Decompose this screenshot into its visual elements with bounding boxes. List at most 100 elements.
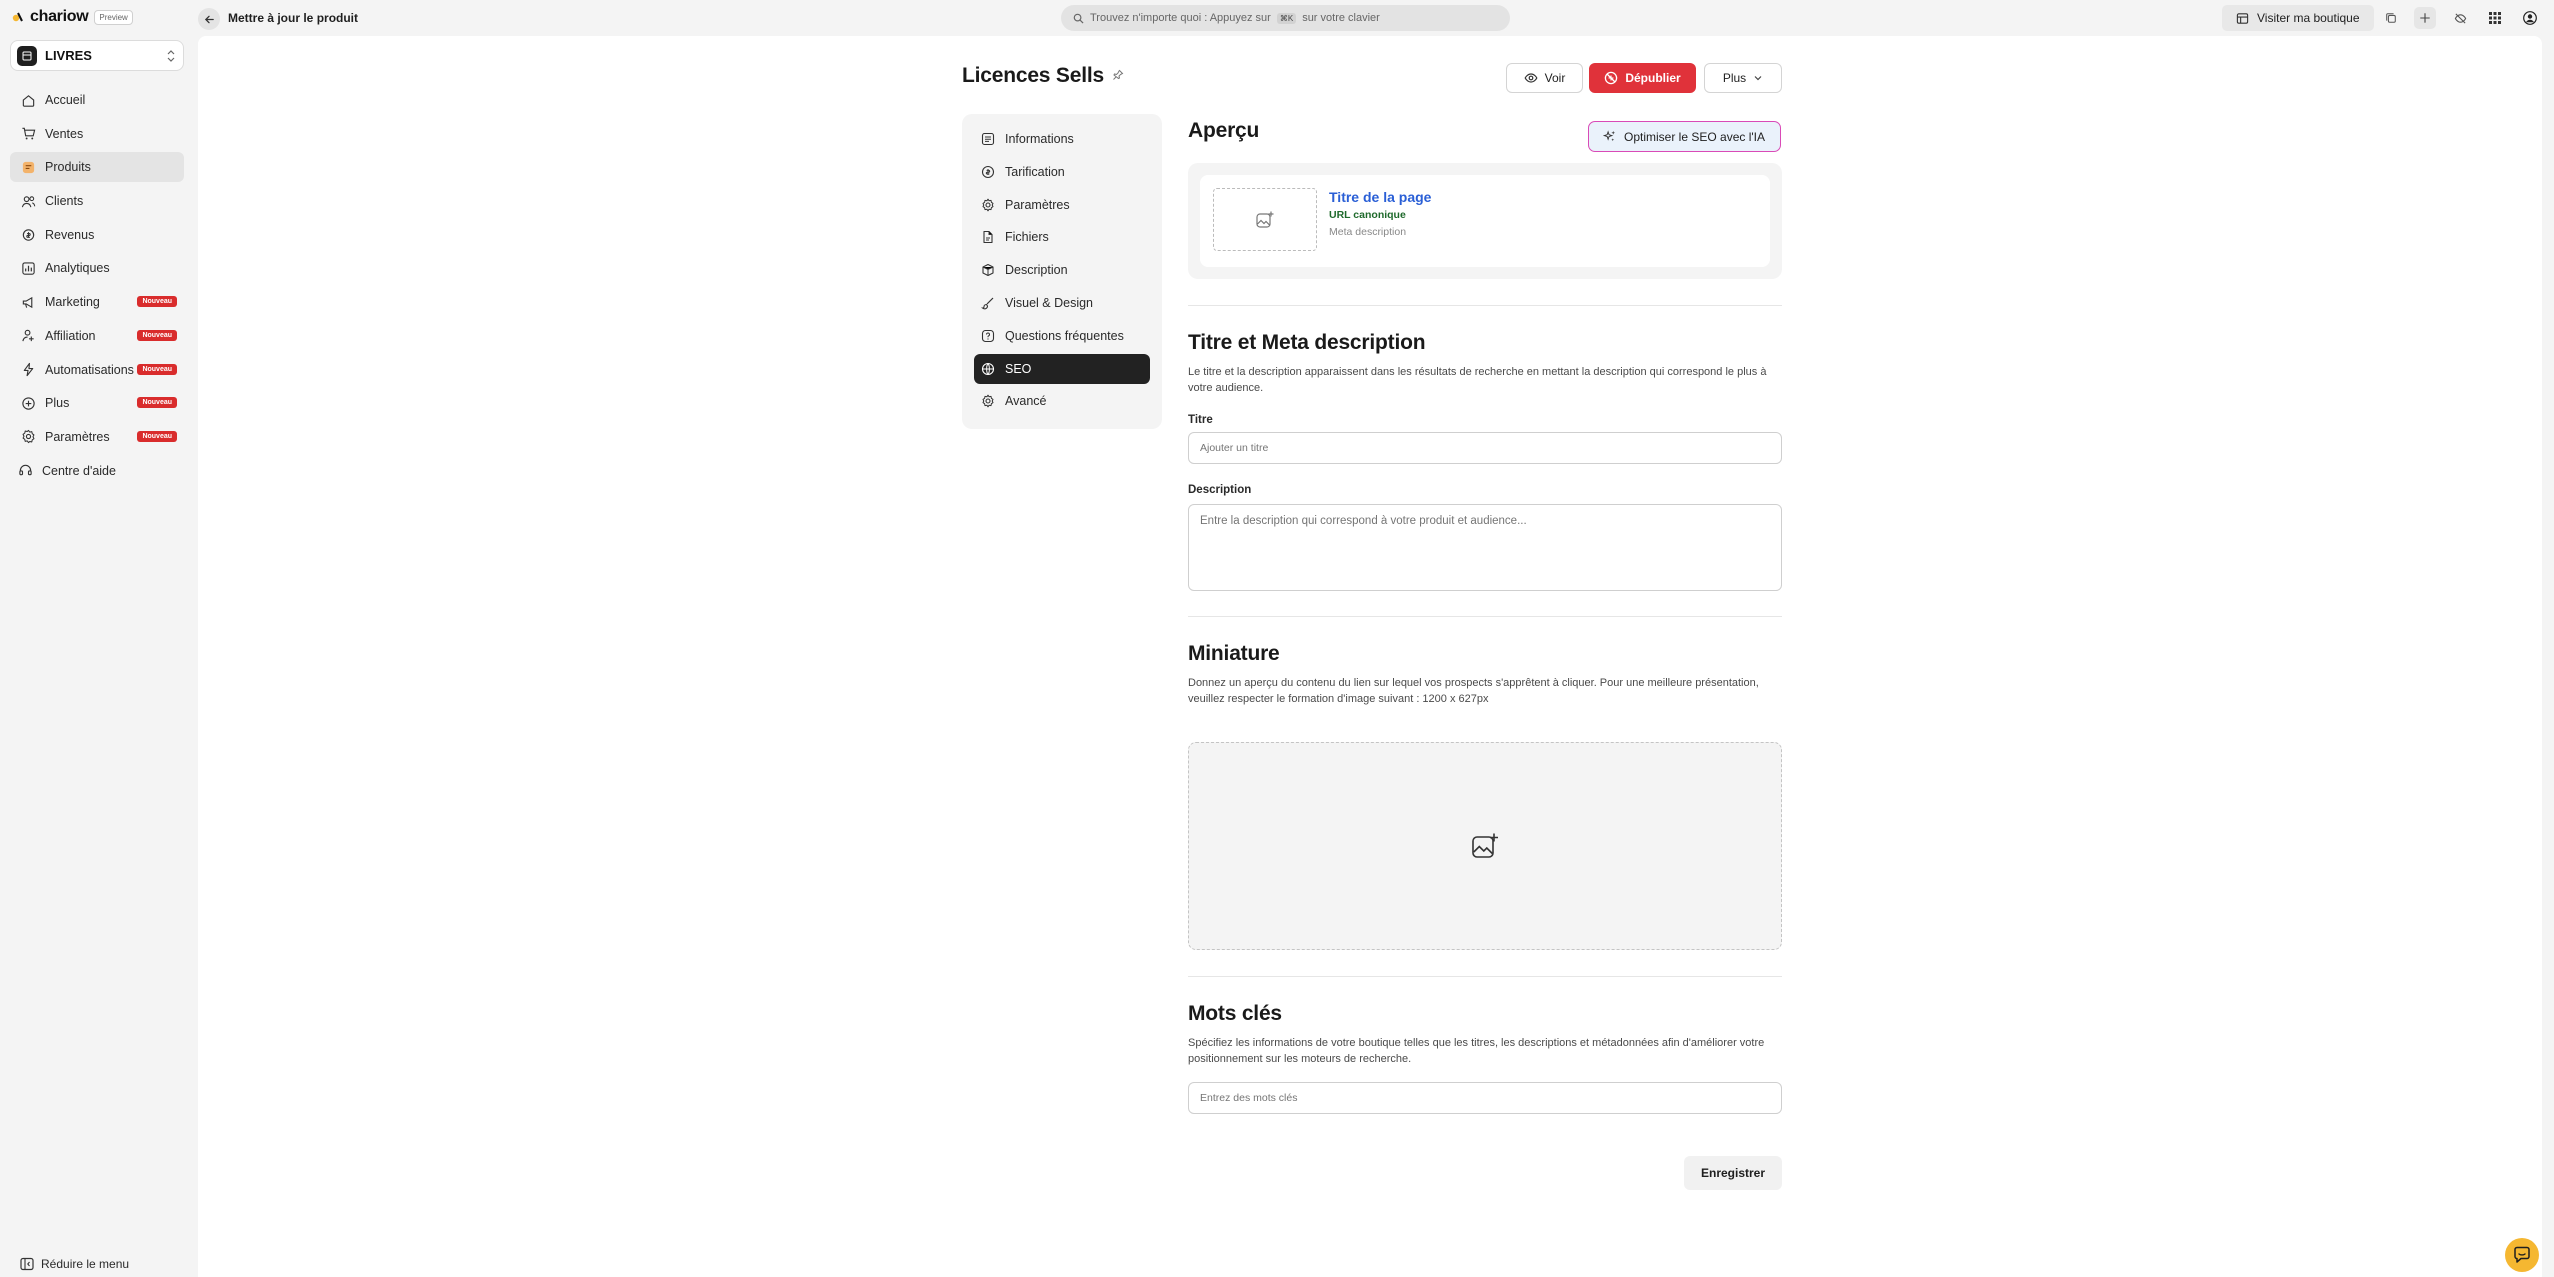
chevron-down-icon [1754, 76, 1762, 81]
hide-button[interactable] [2449, 7, 2471, 29]
sidebar-item-revenus[interactable]: Revenus [10, 220, 184, 250]
store-avatar-icon [17, 45, 37, 66]
plus-circle-icon [22, 397, 35, 410]
preview-meta-description: Meta description [1329, 226, 1407, 238]
logo-mark-icon [12, 11, 24, 23]
search-suffix-text: sur votre clavier [1302, 12, 1380, 24]
keywords-input[interactable] [1188, 1082, 1782, 1114]
sidebar-item-centre-aide[interactable]: Centre d'aide [10, 456, 184, 486]
sidebar-item-label: Plus [45, 396, 70, 411]
store-name: LIVRES [45, 48, 92, 63]
meta-section-heading: Titre et Meta description [1188, 331, 1426, 354]
eye-off-icon [2454, 12, 2466, 24]
tab-parametres[interactable]: Paramètres [974, 190, 1150, 220]
image-add-icon [1256, 211, 1274, 228]
tab-tarification[interactable]: Tarification [974, 157, 1150, 187]
sidebar-item-marketing[interactable]: Marketing Nouveau [10, 287, 184, 317]
brush-icon [981, 297, 994, 310]
revenue-icon [22, 229, 35, 241]
collapse-menu-button[interactable]: Réduire le menu [20, 1257, 129, 1271]
tab-informations[interactable]: Informations [974, 124, 1150, 154]
search-shortcut: ⌘K [1276, 12, 1297, 24]
tab-label: SEO [1005, 361, 1032, 376]
globe-icon [981, 362, 995, 375]
sidebar-item-label: Affiliation [45, 328, 96, 343]
gear-icon [982, 198, 994, 211]
affiliate-icon [22, 330, 34, 342]
add-button[interactable] [2414, 7, 2436, 29]
thumbnail-upload-dropzone[interactable] [1188, 742, 1782, 950]
sidebar-item-label: Produits [45, 160, 91, 175]
pin-icon[interactable] [1112, 69, 1124, 84]
optimize-seo-ai-button[interactable]: Optimiser le SEO avec l'IA [1588, 121, 1781, 152]
meta-section-description: Le titre et la description apparaissent … [1188, 366, 1767, 394]
sidebar-item-label: Paramètres [45, 429, 110, 444]
visit-store-label: Visiter ma boutique [2257, 11, 2360, 25]
unpublish-button[interactable]: Dépublier [1589, 63, 1696, 93]
optimize-seo-ai-label: Optimiser le SEO avec l'IA [1624, 129, 1765, 144]
gear-icon [22, 430, 35, 444]
tab-label: Questions fréquentes [1005, 328, 1124, 343]
preview-badge: Preview [94, 9, 133, 25]
sidebar-item-clients[interactable]: Clients [10, 186, 184, 216]
sidebar-item-analytiques[interactable]: Analytiques [10, 253, 184, 283]
sidebar-collapse-icon [20, 1257, 34, 1271]
cart-icon [22, 127, 36, 140]
sidebar-item-label: Automatisations [45, 362, 134, 377]
main-content: Licences Sells Voir Dépublier Plus Infor… [198, 36, 2542, 1277]
apps-menu-button[interactable] [2484, 7, 2506, 29]
visit-store-button[interactable]: Visiter ma boutique [2222, 5, 2374, 31]
section-divider [1188, 976, 1782, 977]
tab-questions-frequentes[interactable]: Questions fréquentes [974, 321, 1150, 351]
tab-label: Informations [1005, 132, 1074, 146]
tab-label: Tarification [1005, 164, 1065, 179]
user-avatar-button[interactable] [2519, 7, 2541, 29]
top-bar: chariow Preview Mettre à jour le produit… [0, 0, 2554, 36]
thumbnail-section-description: Donnez un aperçu du contenu du lien sur … [1188, 677, 1759, 705]
more-actions-button[interactable]: Plus [1704, 63, 1782, 93]
seo-title-input[interactable] [1188, 432, 1782, 464]
product-header: Licences Sells [962, 64, 1124, 88]
new-badge: Nouveau [137, 363, 177, 375]
app-logo[interactable]: chariow Preview [12, 8, 133, 26]
back-button[interactable] [198, 8, 220, 30]
search-preview-inner: Titre de la page URL canonique Meta desc… [1200, 175, 1770, 267]
info-card-icon [981, 132, 995, 146]
main-sidebar: LIVRES Accueil Ventes Produits Clients R… [0, 36, 198, 1277]
sidebar-item-accueil[interactable]: Accueil [10, 85, 184, 115]
global-search-bar[interactable]: Trouvez n'importe quoi : Appuyez sur ⌘K … [1061, 5, 1510, 31]
tab-fichiers[interactable]: Fichiers [974, 222, 1150, 252]
support-chat-button[interactable] [2505, 1238, 2539, 1272]
new-badge: Nouveau [137, 296, 177, 308]
sidebar-item-label: Ventes [45, 126, 84, 141]
tab-description[interactable]: Description [974, 255, 1150, 285]
file-icon [983, 231, 993, 244]
thumbnail-section-heading: Miniature [1188, 642, 1280, 665]
sidebar-item-label: Revenus [45, 227, 95, 242]
sidebar-item-produits[interactable]: Produits [10, 152, 184, 183]
store-switcher[interactable]: LIVRES [10, 40, 184, 71]
tab-seo[interactable]: SEO [974, 353, 1150, 384]
view-button[interactable]: Voir [1506, 63, 1583, 93]
sidebar-nav: Accueil Ventes Produits Clients Revenus … [10, 85, 184, 489]
image-upload-icon [1472, 833, 1498, 858]
tab-label: Avancé [1005, 394, 1047, 409]
seo-description-textarea[interactable] [1188, 504, 1782, 591]
sidebar-item-automatisations[interactable]: Automatisations Nouveau [10, 355, 184, 385]
sidebar-item-affiliation[interactable]: Affiliation Nouveau [10, 321, 184, 351]
save-button[interactable]: Enregistrer [1684, 1156, 1782, 1190]
advanced-gear-icon [982, 395, 994, 408]
preview-page-title: Titre de la page [1329, 189, 1432, 205]
preview-thumbnail-placeholder [1213, 188, 1317, 251]
sidebar-item-ventes[interactable]: Ventes [10, 119, 184, 149]
product-settings-nav: Informations Tarification Paramètres Fic… [962, 114, 1162, 429]
copy-link-button[interactable] [2380, 7, 2402, 29]
tab-avance[interactable]: Avancé [974, 386, 1150, 416]
sidebar-item-parametres[interactable]: Paramètres Nouveau [10, 422, 184, 452]
users-icon [21, 195, 36, 207]
tab-visuel-design[interactable]: Visuel & Design [974, 288, 1150, 318]
title-field-label: Titre [1188, 414, 1213, 426]
unpublish-button-label: Dépublier [1625, 71, 1681, 85]
search-icon [1073, 13, 1084, 24]
sidebar-item-plus[interactable]: Plus Nouveau [10, 388, 184, 418]
